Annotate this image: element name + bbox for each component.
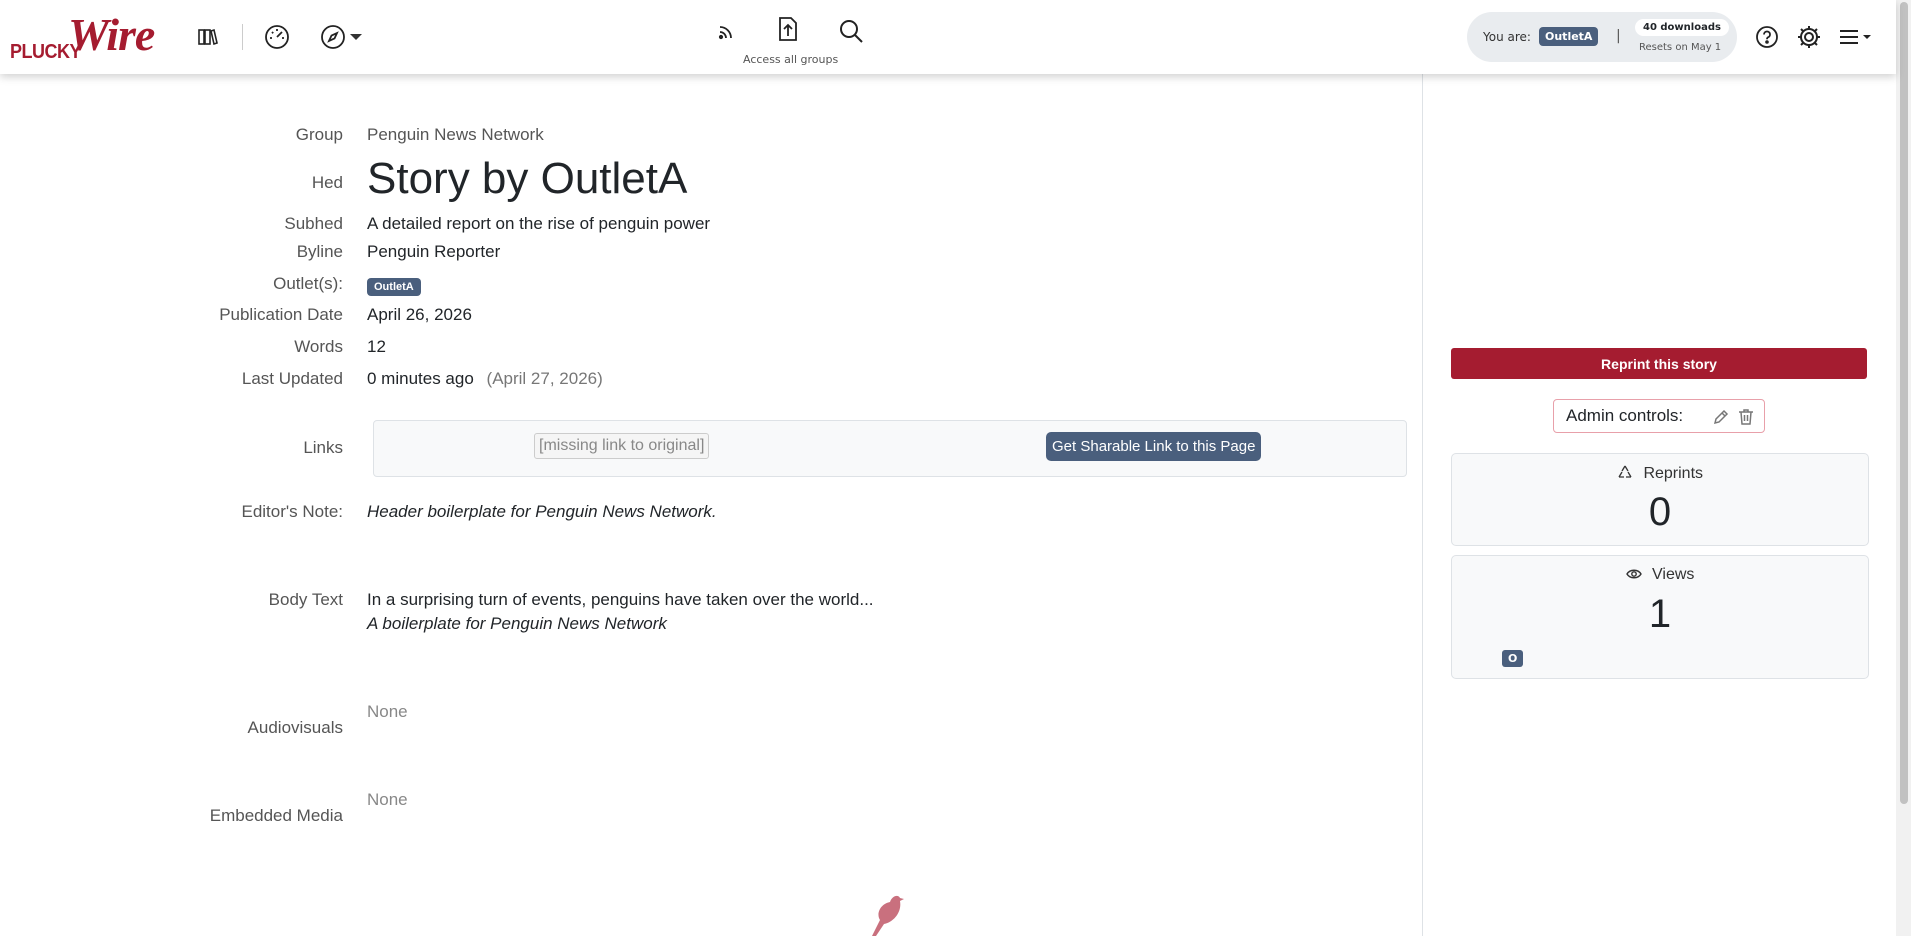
last-updated-value: 0 minutes ago (April 27, 2026) — [367, 369, 603, 389]
outlets-value: OutletA — [367, 275, 421, 296]
menu-icon[interactable] — [1838, 24, 1874, 50]
pub-date-value: April 26, 2026 — [367, 305, 472, 324]
eye-icon — [1625, 567, 1642, 586]
last-updated-label: Last Updated — [241, 369, 343, 388]
bird-icon — [868, 890, 904, 936]
logo-big-text: Wire — [68, 9, 155, 60]
views-count: 1 — [1648, 592, 1672, 636]
reprint-story-button[interactable]: Reprint this story — [1451, 348, 1867, 379]
nav-divider — [242, 24, 243, 50]
admin-controls-label: Admin controls: — [1566, 406, 1684, 425]
last-updated-relative: 0 minutes ago — [367, 369, 474, 388]
you-are-label: You are: — [1483, 30, 1531, 44]
status-separator: | — [1616, 28, 1621, 44]
embedded-media-value: None — [367, 790, 408, 809]
embedded-media-label: Embedded Media — [209, 806, 343, 825]
byline-label: Byline — [296, 242, 343, 261]
page-scrollbar[interactable] — [1896, 0, 1911, 936]
group-label: Group — [295, 125, 343, 144]
admin-controls: Admin controls: — [1553, 399, 1765, 433]
editors-note-value: Header boilerplate for Penguin News Netw… — [367, 502, 717, 521]
plucky-wire-logo[interactable]: PLUCKY Wire — [10, 9, 155, 64]
current-outlet-badge: OutletA — [1539, 27, 1599, 46]
body-boilerplate: A boilerplate for Penguin News Network — [367, 614, 667, 633]
words-label: Words — [294, 337, 343, 356]
upload-icon[interactable] — [773, 14, 803, 44]
body-text-label: Body Text — [268, 590, 343, 609]
reprints-count: 0 — [1648, 490, 1672, 534]
audiovisuals-label: Audiovisuals — [247, 718, 343, 737]
gear-icon[interactable] — [1796, 24, 1822, 50]
compass-icon[interactable] — [318, 22, 348, 52]
links-panel: [missing link to original] Get Sharable … — [373, 420, 1407, 477]
pub-date-label: Publication Date — [219, 305, 343, 324]
chevron-down-icon[interactable] — [347, 22, 365, 52]
story-headline: Story by OutletA — [367, 154, 688, 203]
access-all-groups-link[interactable]: Access all groups — [743, 53, 838, 66]
outlet-badge: OutletA — [367, 278, 421, 296]
reprints-header: Reprints — [1452, 464, 1868, 485]
views-card: Views 1 O — [1451, 555, 1869, 679]
byline-value: Penguin Reporter — [367, 242, 501, 261]
reprints-card: Reprints 0 — [1451, 453, 1869, 546]
recycle-icon — [1617, 464, 1633, 485]
search-icon[interactable] — [836, 16, 866, 46]
share-link-button[interactable]: Get Sharable Link to this Page — [1046, 432, 1262, 461]
subhed-value: A detailed report on the rise of penguin… — [367, 214, 711, 233]
words-value: 12 — [367, 337, 386, 356]
dashboard-icon[interactable] — [262, 22, 292, 52]
outlets-label: Outlet(s): — [273, 274, 343, 293]
trash-icon[interactable] — [1738, 408, 1754, 430]
views-header: Views — [1452, 566, 1868, 586]
group-value[interactable]: Penguin News Network — [367, 125, 544, 145]
downloads-count: 40 downloads — [1635, 19, 1729, 36]
library-icon[interactable] — [192, 22, 222, 52]
scrollbar-thumb[interactable] — [1900, 2, 1908, 804]
views-label: Views — [1652, 566, 1695, 583]
editors-note-label: Editor's Note: — [241, 502, 343, 521]
missing-original-link: [missing link to original] — [534, 433, 710, 459]
user-status-pill[interactable]: You are: OutletA | 40 downloads Resets o… — [1467, 12, 1737, 62]
rss-icon[interactable] — [712, 16, 742, 46]
body-text-value: In a surprising turn of events, penguins… — [367, 590, 874, 609]
last-updated-date: (April 27, 2026) — [486, 369, 603, 388]
viewer-outlet-badge: O — [1502, 650, 1524, 667]
help-icon[interactable] — [1754, 24, 1780, 50]
hed-label: Hed — [311, 173, 343, 192]
subhed-label: Subhed — [284, 214, 343, 233]
audiovisuals-value: None — [367, 702, 408, 721]
reprints-label: Reprints — [1643, 465, 1704, 482]
downloads-reset-text: Resets on May 1 — [1639, 42, 1722, 53]
top-navbar: PLUCKY Wire Access all groups You are: O… — [0, 0, 1896, 74]
links-label: Links — [303, 438, 343, 457]
edit-pencil-icon[interactable] — [1712, 408, 1730, 430]
